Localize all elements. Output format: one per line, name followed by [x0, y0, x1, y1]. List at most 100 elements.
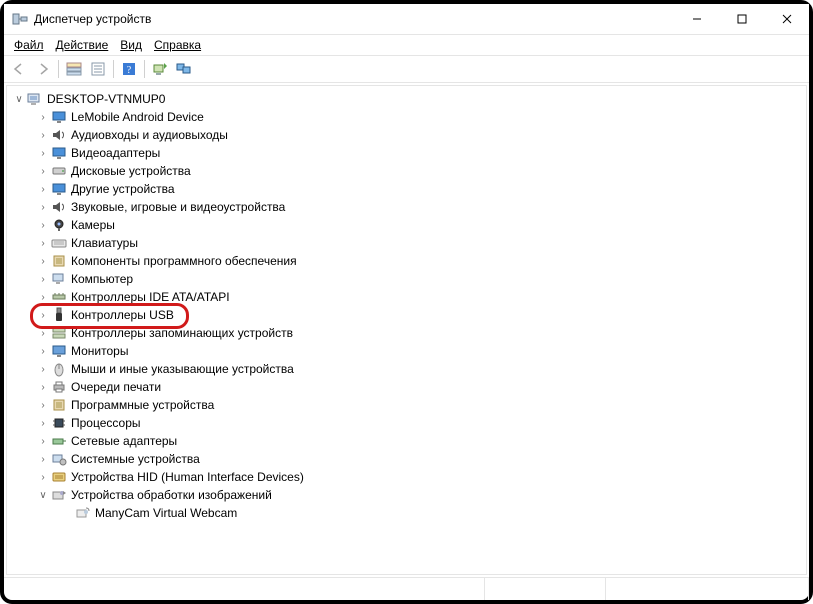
tree-node[interactable]: › Контроллеры IDE ATA/ATAPI — [7, 288, 806, 306]
title-bar: Диспетчер устройств — [4, 4, 809, 35]
computer-icon — [51, 271, 67, 287]
toolbar-separator — [144, 60, 145, 78]
tree-node[interactable]: › Дисковые устройства — [7, 162, 806, 180]
component-icon — [51, 397, 67, 413]
menu-file[interactable]: Файл — [8, 37, 50, 53]
tree-node-label: Мыши и иные указывающие устройства — [71, 362, 294, 376]
chevron-right-icon[interactable]: › — [37, 201, 49, 213]
network-icon — [51, 433, 67, 449]
chevron-right-icon[interactable]: › — [37, 183, 49, 195]
mouse-icon — [51, 361, 67, 377]
printer-icon — [51, 379, 67, 395]
chevron-right-icon[interactable]: › — [37, 309, 49, 321]
tree-node[interactable]: › Устройства HID (Human Interface Devices… — [7, 468, 806, 486]
chevron-right-icon[interactable]: › — [37, 345, 49, 357]
chevron-right-icon[interactable]: › — [37, 219, 49, 231]
display-icon — [51, 181, 67, 197]
tree-node-label: Программные устройства — [71, 398, 214, 412]
chevron-right-icon[interactable]: › — [37, 291, 49, 303]
keyboard-icon — [51, 235, 67, 251]
toolbar-back-button[interactable] — [8, 58, 30, 80]
toolbar-scan-button[interactable] — [149, 58, 171, 80]
tree-node-label: Сетевые адаптеры — [71, 434, 177, 448]
tree-node-label: Контроллеры IDE ATA/ATAPI — [71, 290, 230, 304]
computer-root-icon — [27, 91, 43, 107]
system-icon — [51, 451, 67, 467]
tree-node[interactable]: ›Другие устройства — [7, 180, 806, 198]
toolbar-help-button[interactable]: ? — [118, 58, 140, 80]
toolbar-properties-button[interactable] — [87, 58, 109, 80]
tree-node[interactable]: › Контроллеры USB — [7, 306, 806, 324]
chevron-right-icon[interactable]: › — [37, 147, 49, 159]
tree-node-label: Контроллеры запоминающих устройств — [71, 326, 293, 340]
chevron-right-icon[interactable]: › — [37, 237, 49, 249]
cpu-icon — [51, 415, 67, 431]
chevron-right-icon[interactable]: › — [37, 435, 49, 447]
tree-node[interactable]: ∨Устройства обработки изображений — [7, 486, 806, 504]
device-tree[interactable]: ∨ DESKTOP-VTNMUP0 ›LeMobile Android Device… — [7, 86, 806, 526]
tree-node-label: Дисковые устройства — [71, 164, 191, 178]
speaker-icon — [51, 199, 67, 215]
tree-leaf-label: ManyCam Virtual Webcam — [95, 506, 237, 520]
tree-node[interactable]: ›Звуковые, игровые и видеоустройства — [7, 198, 806, 216]
speaker-icon — [51, 127, 67, 143]
tree-node[interactable]: ›Компьютер — [7, 270, 806, 288]
tree-node[interactable]: › Мыши и иные указывающие устройства — [7, 360, 806, 378]
menu-help[interactable]: Справка — [148, 37, 207, 53]
tree-node[interactable]: › Сетевые адаптеры — [7, 432, 806, 450]
tree-node[interactable]: ›Очереди печати — [7, 378, 806, 396]
tree-node[interactable]: › Контроллеры запоминающих устройств — [7, 324, 806, 342]
menu-action[interactable]: Действие — [50, 37, 115, 53]
tree-node[interactable]: › Компоненты программного обеспечения — [7, 252, 806, 270]
menu-view[interactable]: Вид — [114, 37, 148, 53]
device-manager-window: Диспетчер устройств Файл Действие Вид Сп… — [0, 0, 813, 604]
toolbar-show-hidden-button[interactable] — [63, 58, 85, 80]
chevron-right-icon[interactable]: › — [37, 417, 49, 429]
svg-text:?: ? — [127, 65, 132, 76]
chevron-right-icon[interactable]: › — [37, 111, 49, 123]
chevron-right-icon[interactable]: › — [37, 165, 49, 177]
toolbar: ? — [4, 55, 809, 83]
close-button[interactable] — [764, 4, 809, 34]
toolbar-forward-button[interactable] — [32, 58, 54, 80]
tree-node[interactable]: › Программные устройства — [7, 396, 806, 414]
chevron-right-icon[interactable]: › — [37, 129, 49, 141]
status-cell — [485, 578, 606, 600]
minimize-button[interactable] — [674, 4, 719, 34]
chevron-right-icon[interactable]: › — [37, 471, 49, 483]
toolbar-separator — [113, 60, 114, 78]
tree-root-label: DESKTOP-VTNMUP0 — [47, 92, 165, 106]
toolbar-monitors-button[interactable] — [173, 58, 195, 80]
tree-node[interactable]: ›Видеоадаптеры — [7, 144, 806, 162]
chevron-right-icon[interactable]: › — [37, 363, 49, 375]
tree-node[interactable]: › Аудиовходы и аудиовыходы — [7, 126, 806, 144]
maximize-button[interactable] — [719, 4, 764, 34]
chevron-down-icon[interactable]: ∨ — [37, 489, 49, 501]
status-cell — [606, 578, 809, 600]
chevron-down-icon[interactable]: ∨ — [13, 93, 25, 105]
tree-node-label: Контроллеры USB — [71, 308, 174, 322]
tree-leaf-node[interactable]: ManyCam Virtual Webcam — [7, 504, 806, 522]
display-icon — [51, 145, 67, 161]
chevron-right-icon[interactable]: › — [37, 399, 49, 411]
tree-node-label: Процессоры — [71, 416, 141, 430]
chevron-right-icon[interactable]: › — [37, 255, 49, 267]
tree-root-node[interactable]: ∨ DESKTOP-VTNMUP0 — [7, 90, 806, 108]
hid-icon — [51, 469, 67, 485]
imaging-leaf-icon — [75, 505, 91, 521]
tree-node-label: Компоненты программного обеспечения — [71, 254, 297, 268]
chevron-right-icon[interactable]: › — [37, 453, 49, 465]
tree-node[interactable]: ›Системные устройства — [7, 450, 806, 468]
usb-icon — [51, 307, 67, 323]
chevron-right-icon[interactable]: › — [37, 381, 49, 393]
tree-node-label: Аудиовходы и аудиовыходы — [71, 128, 228, 142]
tree-node[interactable]: › Процессоры — [7, 414, 806, 432]
chevron-right-icon[interactable]: › — [37, 273, 49, 285]
chevron-right-icon[interactable]: › — [37, 327, 49, 339]
tree-node[interactable]: ›Мониторы — [7, 342, 806, 360]
tree-node[interactable]: ›Камеры — [7, 216, 806, 234]
tree-node[interactable]: ›Клавиатуры — [7, 234, 806, 252]
tree-node[interactable]: ›LeMobile Android Device — [7, 108, 806, 126]
tree-node-label: Устройства HID (Human Interface Devices) — [71, 470, 304, 484]
toolbar-separator — [58, 60, 59, 78]
